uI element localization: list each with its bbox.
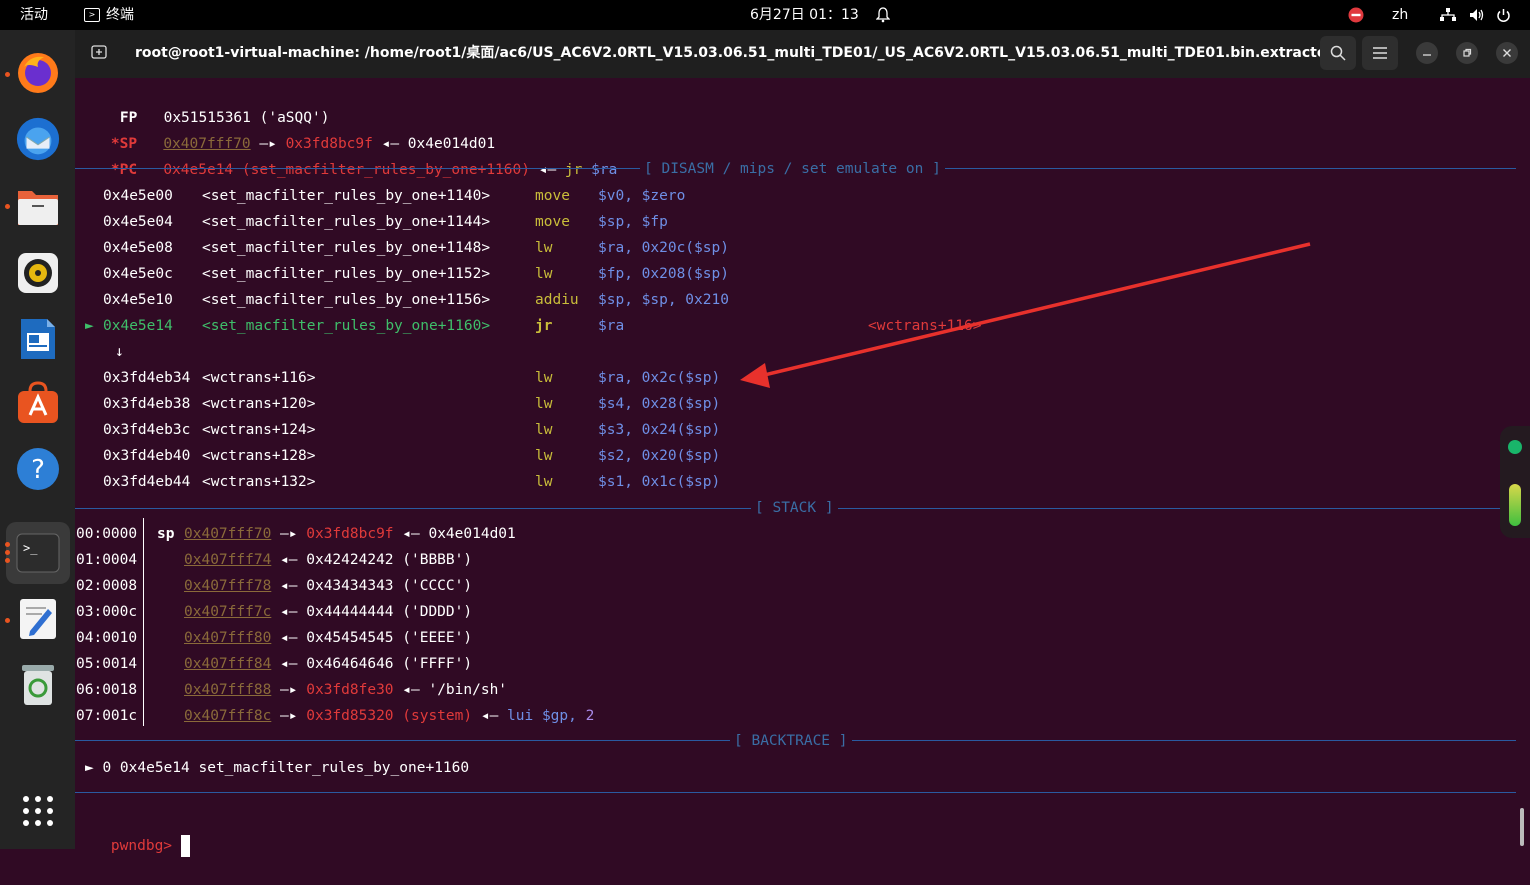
search-icon (1330, 45, 1346, 61)
clock[interactable]: 6月27日 01：13 (750, 0, 859, 30)
trash-icon[interactable] (15, 662, 61, 708)
dock: ? >_ (0, 30, 75, 849)
app-menu[interactable]: > 终端 (84, 0, 134, 30)
close-button[interactable] (1496, 42, 1518, 64)
writer-icon[interactable] (15, 316, 61, 362)
bell-icon[interactable] (875, 0, 891, 30)
top-bar: 活动 > 终端 6月27日 01：13 zh (0, 0, 1530, 30)
maximize-icon (1463, 48, 1472, 57)
menu-button[interactable] (1362, 36, 1398, 70)
power-icon[interactable] (1496, 0, 1511, 30)
text-editor-icon[interactable] (15, 596, 61, 642)
running-indicator (5, 204, 10, 209)
running-indicator (5, 542, 10, 547)
minimize-icon (1423, 54, 1431, 56)
new-tab-button[interactable] (87, 40, 111, 64)
running-indicator (5, 550, 10, 555)
firefox-icon[interactable] (15, 50, 61, 96)
side-widget[interactable] (1500, 426, 1530, 538)
close-icon (1503, 49, 1511, 57)
network-icon[interactable] (1440, 0, 1456, 30)
volume-icon[interactable] (1469, 0, 1485, 30)
terminal-content[interactable]: FP 0x51515361 ('aSQQ') *SP 0x407fff70 —▸… (75, 78, 1530, 857)
running-indicator (5, 558, 10, 563)
files-icon[interactable] (15, 184, 61, 230)
rhythmbox-icon[interactable] (15, 250, 61, 296)
app-name: 终端 (106, 7, 134, 23)
hamburger-icon (1373, 47, 1387, 59)
no-entry-icon[interactable] (1348, 0, 1364, 30)
activities-button[interactable]: 活动 (20, 0, 48, 30)
svg-text:?: ? (31, 455, 45, 485)
minimize-button[interactable] (1416, 42, 1438, 64)
thunderbird-icon[interactable] (15, 116, 61, 162)
help-icon[interactable]: ? (15, 446, 61, 492)
app-center-icon[interactable] (15, 380, 61, 426)
svg-text:>_: >_ (23, 541, 38, 555)
level-indicator (1509, 484, 1521, 526)
search-button[interactable] (1320, 36, 1356, 70)
terminal-small-icon: > (84, 8, 100, 22)
status-dot-icon (1508, 440, 1522, 454)
running-indicator (5, 72, 10, 77)
running-indicator (5, 618, 10, 623)
annotation-arrow (740, 242, 1311, 388)
maximize-button[interactable] (1456, 42, 1478, 64)
window-title: root@root1-virtual-machine: /home/root1/… (135, 45, 1320, 61)
input-method-indicator[interactable]: zh (1392, 0, 1408, 30)
show-apps-icon[interactable] (15, 788, 61, 834)
terminal-icon[interactable]: >_ (15, 530, 61, 576)
terminal-header-bar: root@root1-virtual-machine: /home/root1/… (75, 30, 1530, 78)
